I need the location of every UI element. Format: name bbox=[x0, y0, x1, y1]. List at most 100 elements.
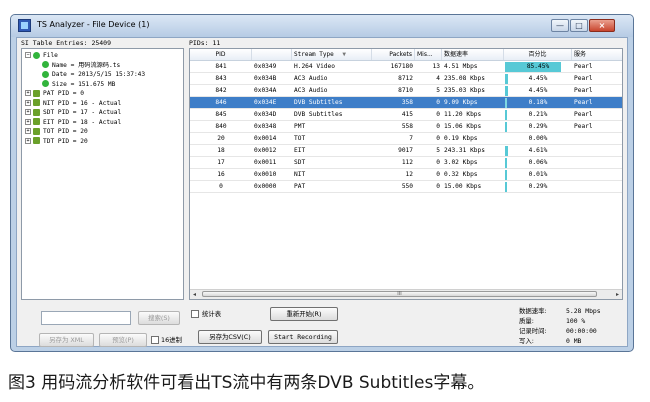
tree-node-label: NIT PID = 16 - Actual bbox=[43, 99, 122, 107]
table-row[interactable]: 845 0x034D DVB Subtitles 415 0 11.20 Kbps 0.21… bbox=[190, 109, 622, 121]
cell-packets: 9017 bbox=[398, 147, 413, 154]
cell-service bbox=[572, 181, 622, 193]
tree-node[interactable]: + PAT PID = 0 bbox=[25, 89, 84, 98]
tree-node[interactable]: + NIT PID = 16 - Actual bbox=[25, 99, 121, 108]
cell-stream-type: PMT bbox=[294, 123, 306, 130]
data-rate-value: 5.28 Mbps bbox=[566, 307, 601, 315]
table-row[interactable]: 842 0x034A AC3 Audio 8710 5 235.03 Kbps 4.45% P… bbox=[190, 85, 622, 97]
cell-missing: 0 bbox=[436, 111, 440, 118]
cell-data-rate: 0.19 Kbps bbox=[444, 135, 478, 142]
save-csv-button[interactable]: 另存为CSV(C) bbox=[198, 330, 262, 344]
cell-stream-type: DVB Subtitles bbox=[294, 111, 343, 118]
table-row[interactable]: 846 0x034E DVB Subtitles 358 0 9.09 Kbps 0.18%… bbox=[190, 97, 622, 109]
start-recording-button[interactable]: Start Recording bbox=[268, 330, 338, 344]
horizontal-scrollbar[interactable]: ◂ III ▸ bbox=[190, 289, 622, 299]
table-row[interactable]: 16 0x0010 NIT 12 0 0.32 Kbps 0.01% bbox=[190, 169, 622, 181]
tree-node[interactable]: − File bbox=[25, 51, 58, 60]
cell-percentage: 0.21% bbox=[528, 111, 548, 118]
minimize-button[interactable]: — bbox=[551, 19, 569, 32]
column-header-packets[interactable]: Packets bbox=[372, 49, 415, 60]
column-header-pid[interactable]: PID bbox=[190, 49, 252, 60]
cell-packets: 8712 bbox=[398, 75, 413, 82]
table-row[interactable]: 17 0x0011 SDT 112 0 3.02 Kbps 0.06% bbox=[190, 157, 622, 169]
sort-down-icon: ▼ bbox=[342, 51, 346, 58]
search-input[interactable] bbox=[41, 311, 131, 325]
tree-node-label: TOT PID = 20 bbox=[43, 128, 88, 135]
si-tree[interactable]: − File Name = 用码流源码.ts Date = 2013/5/15 15:… bbox=[21, 48, 184, 300]
cell-pid-hex: 0x0014 bbox=[254, 135, 277, 142]
cell-missing: 13 bbox=[432, 63, 440, 70]
scroll-thumb[interactable]: III bbox=[202, 291, 597, 297]
cell-pid-hex: 0x034D bbox=[254, 111, 277, 118]
collapse-icon[interactable]: − bbox=[25, 52, 31, 58]
table-row[interactable]: 843 0x034B AC3 Audio 8712 4 235.08 Kbps 4.45% P… bbox=[190, 73, 622, 85]
tree-node[interactable]: + TDT PID = 20 bbox=[25, 137, 88, 146]
cell-pid: 841 bbox=[215, 63, 227, 70]
cell-percentage: 4.45% bbox=[528, 87, 548, 94]
table-row[interactable]: 841 0x0349 H.264 Video 167180 13 4.51 Mbps 85.… bbox=[190, 61, 622, 73]
column-header-percentage[interactable]: 百分比 bbox=[504, 49, 572, 60]
cell-data-rate: 243.31 Kbps bbox=[444, 147, 485, 154]
cell-data-rate: 4.51 Mbps bbox=[444, 63, 478, 70]
cell-pid: 845 bbox=[215, 111, 227, 118]
expand-icon[interactable]: + bbox=[25, 109, 31, 115]
tree-node-label: Name = 用码流源码.ts bbox=[52, 61, 121, 69]
expand-icon[interactable]: + bbox=[25, 99, 31, 106]
cell-service bbox=[572, 157, 622, 169]
stats-table-checkbox[interactable] bbox=[191, 310, 199, 318]
expand-icon[interactable]: + bbox=[25, 137, 31, 144]
search-button[interactable]: 搜索(S) bbox=[138, 311, 180, 325]
cell-packets: 8710 bbox=[398, 87, 413, 94]
table-row[interactable]: 18 0x0012 EIT 9017 5 243.31 Kbps 4.61% bbox=[190, 145, 622, 157]
restart-button[interactable]: 重新开始(R) bbox=[270, 307, 338, 321]
column-header-service[interactable]: 服务 bbox=[572, 49, 622, 60]
table-row[interactable]: 840 0x0348 PMT 558 0 15.06 Kbps 0.29% Pearl bbox=[190, 121, 622, 133]
tree-node-label: SDT PID = 17 - Actual bbox=[43, 109, 122, 116]
tree-node[interactable]: Date = 2013/5/15 15:37:43 bbox=[42, 70, 145, 79]
cell-service bbox=[572, 133, 622, 145]
cell-pid-hex: 0x0012 bbox=[254, 147, 277, 154]
table-icon bbox=[33, 127, 40, 135]
table-row[interactable]: 20 0x0014 TOT 7 0 0.19 Kbps 0.00% bbox=[190, 133, 622, 145]
quality-value: 100 % bbox=[566, 317, 586, 325]
preview-button[interactable]: 预览(P) bbox=[99, 333, 147, 347]
column-header-data-rate[interactable]: 数据速率 bbox=[442, 49, 504, 60]
tree-node-label: EIT PID = 18 - Actual bbox=[43, 118, 122, 126]
cell-percentage: 0.18% bbox=[528, 99, 548, 106]
expand-icon[interactable]: + bbox=[25, 118, 31, 125]
cell-pid: 0 bbox=[219, 183, 223, 190]
column-header-missing[interactable]: Mis... bbox=[415, 49, 442, 60]
hex-checkbox[interactable] bbox=[151, 336, 159, 344]
cell-missing: 5 bbox=[436, 147, 440, 154]
expand-icon[interactable]: + bbox=[25, 90, 31, 96]
tree-node[interactable]: Name = 用码流源码.ts bbox=[42, 61, 120, 70]
cell-data-rate: 11.20 Kbps bbox=[444, 111, 482, 118]
cell-pid: 16 bbox=[217, 171, 225, 178]
node-dot-icon bbox=[42, 70, 49, 78]
column-header-stream-type[interactable]: Stream Type ▼ bbox=[292, 49, 372, 60]
column-header-hex[interactable] bbox=[252, 49, 292, 60]
tree-node-label: TDT PID = 20 bbox=[43, 137, 88, 145]
scroll-right-icon[interactable]: ▸ bbox=[616, 290, 619, 299]
pid-table[interactable]: PID Stream Type ▼ Packets Mis... 数据速率 百分… bbox=[189, 48, 623, 300]
tree-node[interactable]: + SDT PID = 17 - Actual bbox=[25, 108, 121, 117]
tree-node[interactable]: + EIT PID = 18 - Actual bbox=[25, 118, 121, 127]
cell-packets: 167180 bbox=[390, 63, 413, 70]
expand-icon[interactable]: + bbox=[25, 128, 31, 134]
save-xml-button[interactable]: 另存为 XML bbox=[39, 333, 94, 347]
cell-percentage: 0.01% bbox=[528, 171, 548, 178]
table-row[interactable]: 0 0x0000 PAT 550 0 15.00 Kbps 0.29% bbox=[190, 181, 622, 193]
app-icon bbox=[18, 19, 31, 32]
close-button[interactable]: × bbox=[589, 19, 615, 32]
cell-missing: 0 bbox=[436, 171, 440, 178]
cell-pid: 846 bbox=[215, 99, 227, 106]
cell-service bbox=[572, 169, 622, 181]
scroll-left-icon[interactable]: ◂ bbox=[193, 290, 196, 299]
title-bar[interactable]: TS Analyzer - File Device (1) — □ × bbox=[11, 15, 633, 37]
maximize-button[interactable]: □ bbox=[570, 19, 588, 32]
pids-count-label: PIDs: 11 bbox=[189, 39, 221, 47]
cell-service: Pearl bbox=[574, 63, 593, 70]
cell-pid: 20 bbox=[217, 135, 225, 142]
tree-node[interactable]: Size = 151.675 MB bbox=[42, 80, 115, 89]
tree-node[interactable]: + TOT PID = 20 bbox=[25, 127, 88, 136]
